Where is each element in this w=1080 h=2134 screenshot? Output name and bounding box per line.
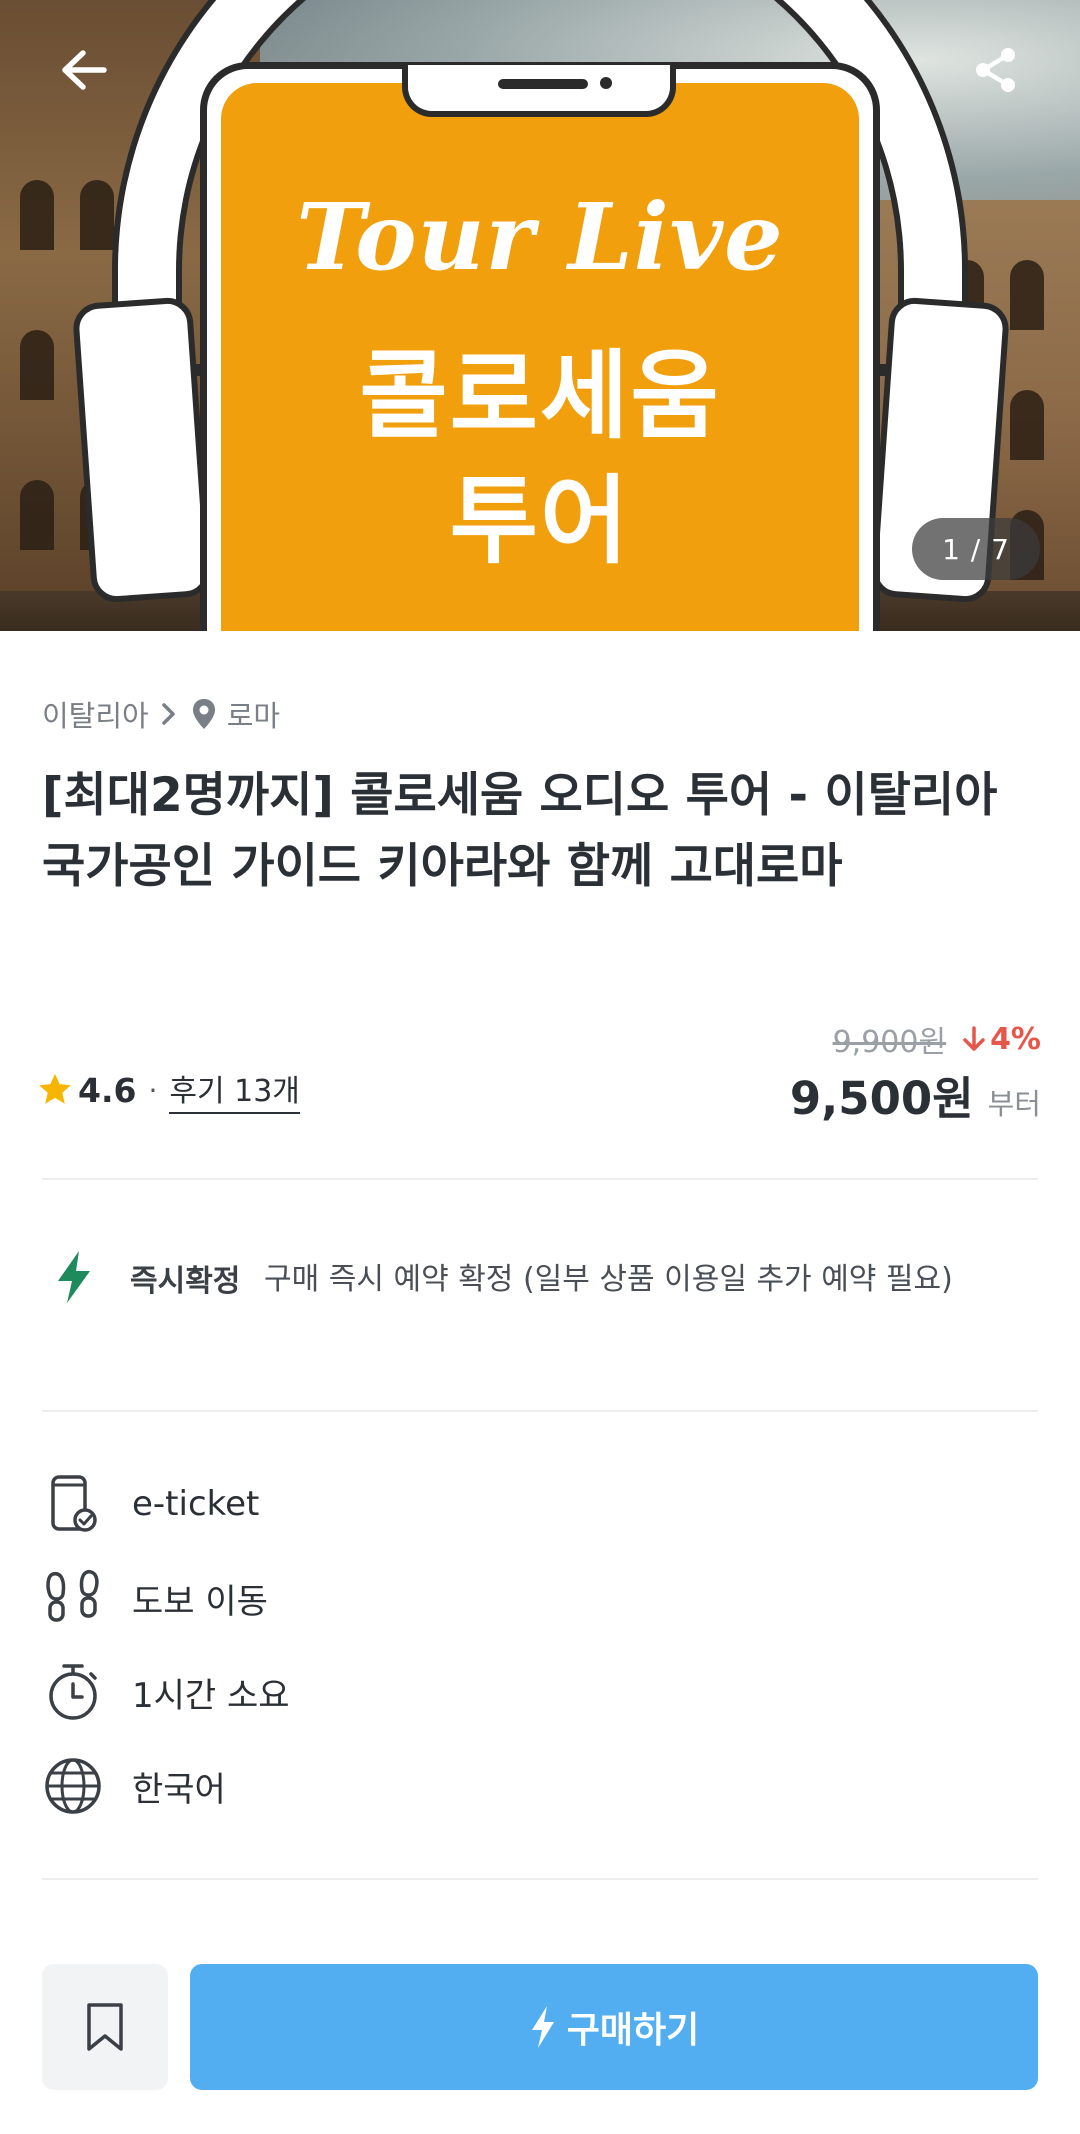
buy-button-label: 구매하기 — [566, 2010, 700, 2051]
share-icon — [976, 48, 1015, 92]
image-counter: 1 / 7 — [912, 518, 1040, 580]
star-icon — [36, 1071, 74, 1109]
mobile-ticket-icon — [42, 1473, 104, 1535]
phone-screen: Tour Live 콜로세움 투어 — [221, 83, 859, 631]
feature-eticket: e-ticket — [42, 1472, 259, 1536]
phone-notch — [402, 65, 676, 117]
share-button[interactable] — [964, 38, 1028, 102]
discount-rate: 4% — [990, 1021, 1041, 1057]
globe-icon — [42, 1755, 104, 1817]
feature-walking: 도보 이동 — [42, 1566, 268, 1630]
rating-value: 4.6 — [78, 1070, 137, 1110]
hero-title-line1: 콜로세움 — [359, 340, 721, 452]
back-button[interactable] — [52, 38, 116, 102]
price-suffix: 부터 — [987, 1087, 1041, 1121]
arrow-down-icon — [963, 1026, 985, 1051]
sale-price: 9,500원 — [789, 1072, 974, 1125]
divider — [42, 1178, 1038, 1180]
divider — [42, 1410, 1038, 1412]
breadcrumb-city[interactable]: 로마 — [227, 693, 280, 735]
instant-confirm-description: 구매 즉시 예약 확정 (일부 상품 이용일 추가 예약 필요) — [264, 1262, 953, 1297]
product-title: [최대2명까지] 콜로세움 오디오 투어 - 이탈리아 국가공인 가이드 키아라… — [42, 768, 998, 894]
bookmark-button[interactable] — [42, 1964, 168, 2090]
headphone-cup-left — [71, 296, 213, 604]
feature-language: 한국어 — [42, 1754, 226, 1818]
feature-label: 한국어 — [132, 1769, 226, 1810]
rating-row: 4.6 · 후기 13개 — [36, 1066, 300, 1114]
lightning-icon — [531, 2006, 554, 2048]
buy-button[interactable]: 구매하기 — [190, 1964, 1038, 2090]
instant-confirm-label: 즉시확정 — [130, 1264, 241, 1299]
feature-label: e-ticket — [132, 1484, 260, 1524]
stopwatch-icon — [42, 1661, 104, 1723]
hero-image[interactable]: Tour Live 콜로세움 투어 1 / 7 — [0, 0, 1080, 631]
original-price: 9,900원 — [832, 1025, 947, 1060]
divider — [42, 1878, 1038, 1880]
arrow-left-icon — [62, 50, 107, 90]
feature-duration: 1시간 소요 — [42, 1660, 290, 1724]
price-row: 9,500원 부터 — [790, 1062, 1041, 1127]
rating-separator: · — [148, 1073, 158, 1107]
chevron-right-icon — [161, 702, 177, 726]
hero-brand: Tour Live — [296, 183, 784, 291]
discount-badge: 4% — [962, 1022, 1041, 1057]
location-pin-icon — [191, 698, 217, 730]
phone-illustration: Tour Live 콜로세움 투어 — [200, 62, 880, 631]
feature-label: 1시간 소요 — [132, 1675, 290, 1716]
breadcrumb: 이탈리아 로마 — [42, 694, 280, 734]
breadcrumb-country[interactable]: 이탈리아 — [42, 693, 149, 735]
review-count-link[interactable]: 후기 13개 — [169, 1066, 300, 1114]
bookmark-icon — [87, 2003, 123, 2051]
hero-title-line2: 투어 — [449, 465, 631, 577]
footprints-icon — [42, 1567, 104, 1629]
feature-label: 도보 이동 — [132, 1581, 268, 1622]
lightning-icon — [54, 1250, 94, 1308]
original-price-row: 9,900원 4% — [832, 1018, 1041, 1061]
